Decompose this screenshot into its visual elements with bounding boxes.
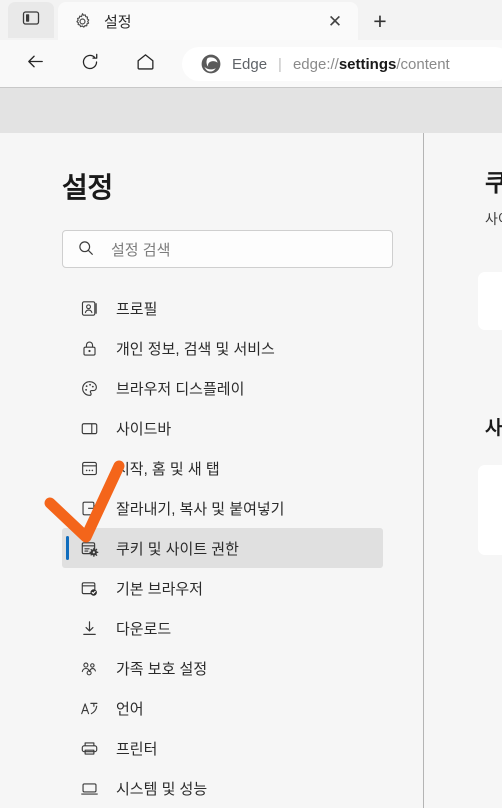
sidebar-item-label: 프린터 [116,740,158,758]
system-icon [79,778,99,798]
selection-indicator [66,536,69,560]
refresh-icon [80,52,100,77]
content-section-heading: 사이트 권한 [485,418,502,439]
page-top-band [0,88,502,133]
language-icon [79,698,99,718]
sidebar-item-profile[interactable]: 프로필 [62,288,383,328]
sidebar-item-label: 쿠키 및 사이트 권한 [116,540,239,558]
url-scheme: edge:// [292,55,339,73]
search-input[interactable]: 설정 검색 [62,230,393,268]
sidebar-item-label: 기본 브라우저 [116,580,203,598]
settings-content-panel: 쿠키 및 사이트 권한 사이트에서 쿠키를 사용할 수 있도록 허용 사이트 권… [424,133,502,808]
sidebar-item-label: 프로필 [116,300,158,318]
sidebar-item-family-safety[interactable]: 가족 보호 설정 [62,648,383,688]
back-button[interactable] [17,46,53,82]
download-icon [79,618,99,638]
edge-logo-icon [200,53,222,75]
sidebar-item-label: 브라우저 디스플레이 [116,380,245,398]
sidebar-item-label: 다운로드 [116,620,172,638]
content-card[interactable] [478,465,502,555]
tab-settings[interactable]: 설정 ✕ [58,2,358,40]
family-safety-icon [79,658,99,678]
search-placeholder: 설정 검색 [111,241,171,259]
page-title: 설정 [62,172,113,203]
default-browser-icon [79,578,99,598]
start-home-tab-icon [79,458,99,478]
content-title: 쿠키 및 사이트 권한 [485,170,502,197]
sidebar-item-languages[interactable]: 언어 [62,688,383,728]
sidebar-item-start-home-newtab[interactable]: 시작, 홈 및 새 탭 [62,448,383,488]
home-icon [135,51,156,77]
settings-page: 설정 설정 검색 프로필 개인 정보, 검색 및 서비스 브라우저 디스플레이 … [0,133,502,808]
tab-actions-icon [22,9,40,32]
url-path: /content [396,55,450,73]
sidebar-item-cookies-site-permissions[interactable]: 쿠키 및 사이트 권한 [62,528,383,568]
tab-strip: 설정 ✕ + [0,0,502,40]
settings-sidebar-nav: 프로필 개인 정보, 검색 및 서비스 브라우저 디스플레이 사이드바 시작, … [0,288,423,808]
sidebar-item-label: 시작, 홈 및 새 탭 [116,460,220,478]
lock-icon [79,338,99,358]
sidebar-item-label: 개인 정보, 검색 및 서비스 [116,340,275,358]
content-card[interactable] [478,272,502,330]
sidebar-item-label: 언어 [116,700,144,718]
sidebar-item-sidebar[interactable]: 사이드바 [62,408,383,448]
sidebar-item-default-browser[interactable]: 기본 브라우저 [62,568,383,608]
tab-actions-button[interactable] [8,2,54,38]
content-subtitle: 사이트에서 쿠키를 사용할 수 있도록 허용 [485,211,502,227]
address-separator: | [278,55,282,73]
new-tab-button[interactable]: + [364,6,396,36]
cut-copy-paste-icon [79,498,99,518]
back-arrow-icon [25,51,46,77]
sidebar-item-system-performance[interactable]: 시스템 및 성능 [62,768,383,808]
search-icon [77,239,97,259]
tab-title: 설정 [104,13,132,31]
sidebar-item-cut-copy-paste[interactable]: 잘라내기, 복사 및 붙여넣기 [62,488,383,528]
sidebar-item-label: 가족 보호 설정 [116,660,208,678]
printer-icon [79,738,99,758]
profile-icon [79,298,99,318]
sidebar-item-printers[interactable]: 프린터 [62,728,383,768]
sidebar-item-downloads[interactable]: 다운로드 [62,608,383,648]
gear-icon [72,11,92,31]
cookies-icon [79,538,99,558]
close-icon[interactable]: ✕ [322,8,348,34]
sidebar-item-label: 시스템 및 성능 [116,780,208,798]
sidebar-item-label: 잘라내기, 복사 및 붙여넣기 [116,500,285,518]
home-button[interactable] [127,46,163,82]
address-bar[interactable]: Edge | edge://settings/content [182,47,502,81]
sidebar-icon [79,418,99,438]
sidebar-item-label: 사이드바 [116,420,172,438]
sidebar-item-privacy-search-services[interactable]: 개인 정보, 검색 및 서비스 [62,328,383,368]
browser-window: 설정 ✕ + Edge | edge://settings/content 설정… [0,0,502,808]
url-host: settings [338,55,397,73]
palette-icon [79,378,99,398]
sidebar-item-browser-display[interactable]: 브라우저 디스플레이 [62,368,383,408]
refresh-button[interactable] [72,46,108,82]
address-url: edge://settings/content [293,56,450,73]
address-brand-label: Edge [232,55,268,73]
